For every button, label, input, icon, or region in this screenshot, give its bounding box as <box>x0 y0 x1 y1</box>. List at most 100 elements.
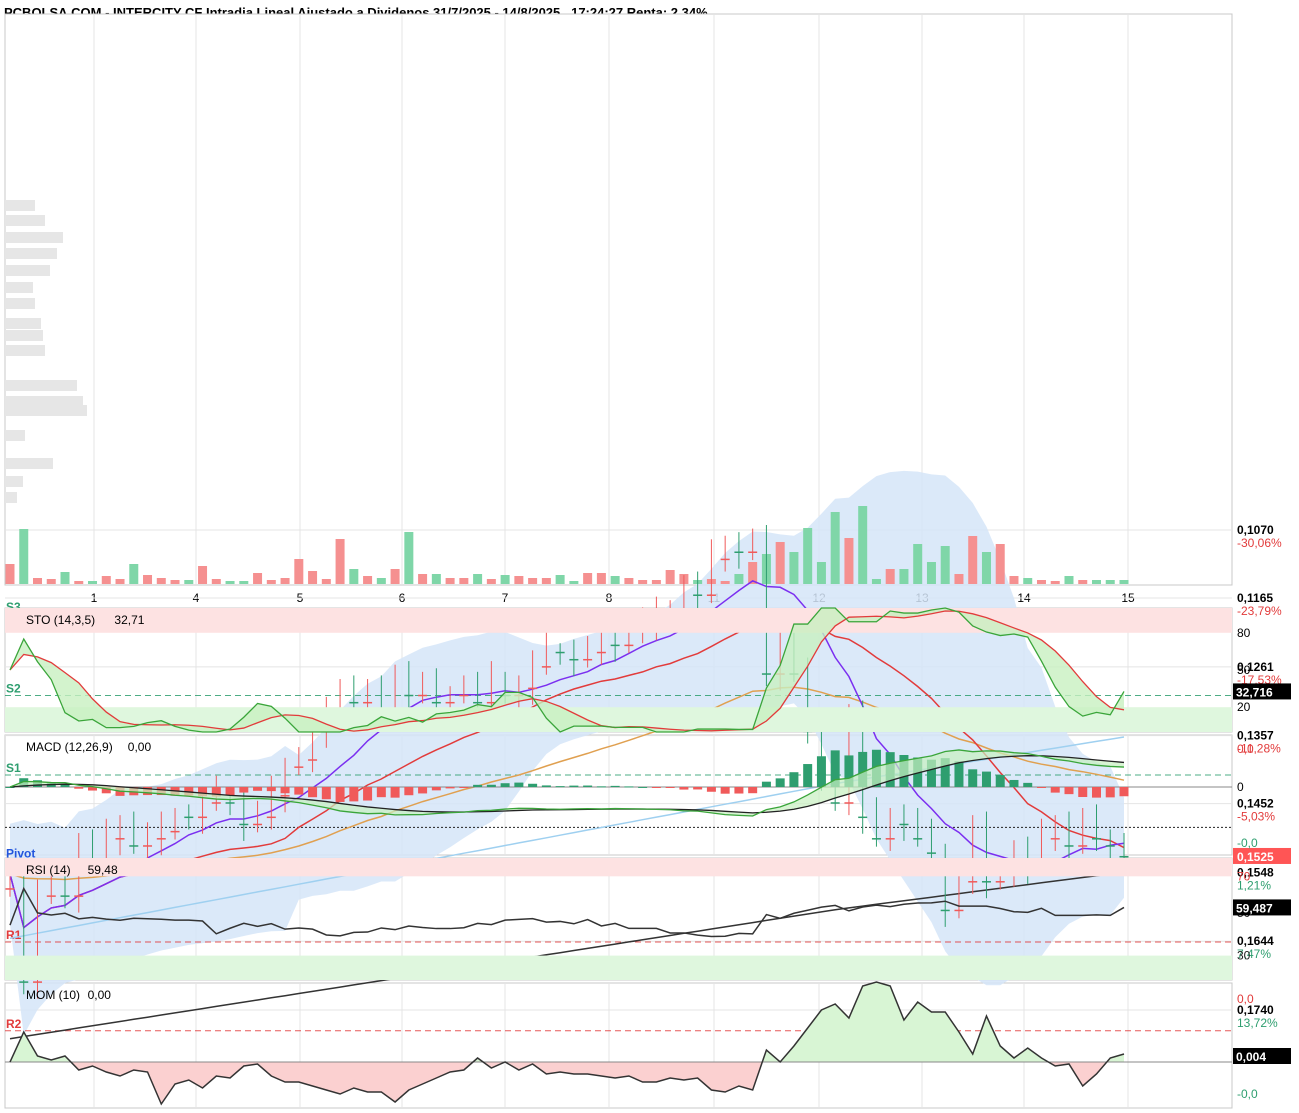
macd-histogram-bar <box>459 787 469 788</box>
macd-histogram-bar <box>569 785 579 787</box>
volume-bar <box>321 579 331 584</box>
macd-histogram-bar <box>266 787 276 792</box>
volume-bar <box>335 539 345 584</box>
candle-body <box>445 701 455 704</box>
volume-profile-bar <box>5 492 17 503</box>
candle-body <box>981 881 991 883</box>
macd-histogram-bar <box>1064 787 1074 795</box>
volume-bar <box>555 575 565 584</box>
pct-tick-label: -23,79% <box>1237 604 1282 618</box>
candle-body <box>528 687 538 690</box>
volume-bar <box>583 573 593 584</box>
volume-profile-bar <box>5 248 57 259</box>
macd-histogram-bar <box>720 787 730 794</box>
macd-histogram-bar <box>335 787 345 802</box>
candle-body <box>404 694 414 697</box>
candle-body <box>926 852 936 854</box>
candle-body <box>610 644 620 647</box>
pivot-level-label: S1 <box>6 761 21 775</box>
volume-bar <box>390 569 400 584</box>
candle-body <box>624 644 634 647</box>
macd-histogram-bar <box>1023 782 1033 787</box>
candle-body <box>913 838 923 840</box>
candle-body <box>239 823 249 826</box>
macd-histogram-bar <box>473 784 483 787</box>
volume-bar <box>1023 578 1033 584</box>
candle-body <box>555 651 565 654</box>
macd-histogram-bar <box>308 787 318 798</box>
volume-bar <box>19 529 29 584</box>
volume-bar <box>514 576 524 584</box>
panel-name: MACD (12,26,9) <box>26 740 113 754</box>
volume-profile-bar <box>5 345 45 356</box>
candle-body <box>1119 855 1129 858</box>
volume-bar <box>33 578 43 584</box>
volume-bar <box>88 581 98 584</box>
oversold-zone <box>5 955 1232 980</box>
macd-histogram-bar <box>1009 779 1019 787</box>
candle-body <box>308 759 318 761</box>
macd-histogram-bar <box>280 787 290 794</box>
volume-bar <box>363 576 373 584</box>
macd-histogram-bar <box>349 787 359 802</box>
volume-profile-bar <box>5 215 45 226</box>
volume-bar <box>624 578 634 584</box>
volume-profile-bar <box>5 405 87 416</box>
volume-bar <box>1105 580 1115 584</box>
macd-histogram-bar <box>596 786 606 788</box>
volume-bar <box>431 574 441 584</box>
volume-bar <box>308 571 318 584</box>
panel-name: RSI (14) <box>26 863 71 877</box>
candle-body <box>844 802 854 804</box>
volume-bar <box>803 528 813 584</box>
candle-body <box>1064 845 1074 847</box>
candle-body <box>830 802 840 804</box>
candle-body <box>280 795 290 797</box>
y-tick-label: 0,1070 <box>1237 523 1274 537</box>
candle-body <box>170 830 180 833</box>
pivot-level-label: R2 <box>6 1017 22 1031</box>
macd-histogram-bar <box>74 787 84 789</box>
candle-body <box>858 816 868 819</box>
candle-body <box>46 895 56 897</box>
y-tick-label: 70 <box>1237 869 1251 883</box>
volume-bar <box>404 532 414 584</box>
macd-histogram-bar <box>541 785 551 787</box>
candle-body <box>253 823 263 826</box>
macd-histogram-bar <box>734 787 744 794</box>
candle-body <box>995 881 1005 883</box>
candle-body <box>60 895 70 897</box>
candle-body <box>294 766 304 768</box>
rsi-last-value: 59,487 <box>1236 901 1273 915</box>
volume-bar <box>569 581 579 584</box>
y-tick-label: 0 <box>1237 780 1244 794</box>
volume-bar <box>734 574 744 584</box>
y-tick-label: -0,0 <box>1237 836 1258 850</box>
candle-body <box>596 651 606 654</box>
panel-header-value: 0,00 <box>88 988 112 1002</box>
volume-profile-bar <box>5 458 53 469</box>
macd-histogram-bar <box>816 756 826 787</box>
volume-bar <box>129 564 139 584</box>
y-tick-label: 0,0 <box>1237 742 1254 756</box>
volume-profile-bar <box>5 476 23 487</box>
macd-histogram-bar <box>954 761 964 787</box>
candle-body <box>349 701 359 704</box>
volume-profile-bar <box>5 430 25 441</box>
macd-histogram-bar <box>651 787 661 788</box>
volume-bar <box>473 574 483 584</box>
candle-body <box>33 981 43 983</box>
candle-body <box>459 694 469 697</box>
volume-bar <box>143 575 153 584</box>
macd-histogram-bar <box>968 769 978 787</box>
macd-histogram-bar <box>761 781 771 787</box>
pivot-level-label: R1 <box>6 928 22 942</box>
candle-body <box>143 845 153 847</box>
y-tick-label: 80 <box>1237 626 1251 640</box>
candle-body <box>541 666 551 668</box>
macd-histogram-bar <box>706 787 716 792</box>
panel-header-value: 32,71 <box>114 613 144 627</box>
mom-last-value: 0,004 <box>1236 1050 1266 1064</box>
macd-histogram-bar <box>253 787 263 791</box>
macd-histogram-bar <box>693 787 703 790</box>
